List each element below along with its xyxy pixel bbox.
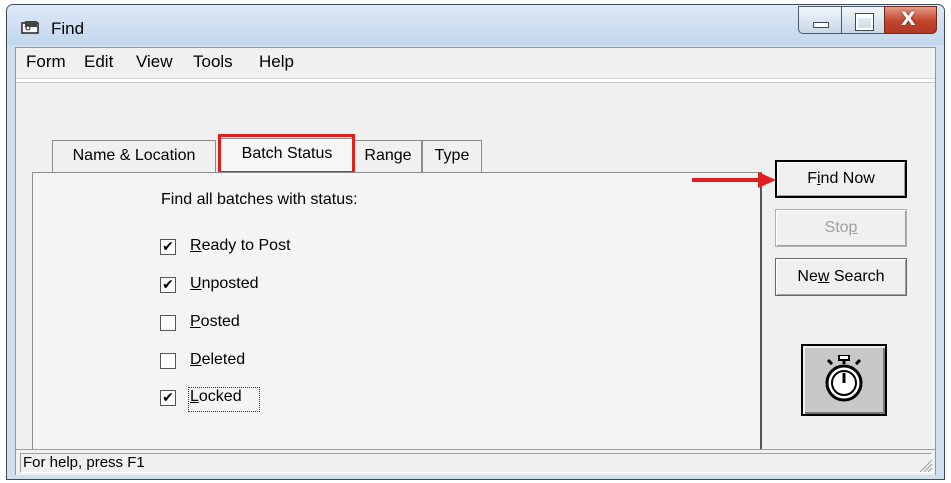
checkbox-label: Ready to Post: [190, 237, 291, 254]
close-button[interactable]: X: [884, 6, 937, 34]
stopwatch-icon: [825, 355, 863, 402]
menu-tools[interactable]: Tools: [193, 52, 233, 72]
new-search-button[interactable]: New Search: [775, 258, 907, 296]
checkmark-icon[interactable]: ✔: [160, 239, 176, 255]
tab-range[interactable]: Range: [354, 140, 422, 172]
red-arrow-icon: [692, 172, 776, 188]
maximize-icon: [855, 13, 874, 31]
window-title: Find: [51, 19, 85, 38]
checkbox-label: Posted: [190, 313, 240, 330]
menu-form[interactable]: Form: [26, 52, 66, 72]
menu-help[interactable]: Help: [259, 52, 294, 72]
stop-button[interactable]: Stop: [775, 209, 907, 247]
resize-grip-icon[interactable]: [917, 457, 933, 473]
close-icon: X: [901, 8, 916, 30]
checkmark-icon[interactable]: ✔: [160, 390, 176, 406]
find-now-button[interactable]: Find Now: [775, 160, 907, 198]
menu-edit[interactable]: Edit: [84, 52, 113, 72]
minimize-button[interactable]: [798, 6, 842, 34]
tab-type[interactable]: Type: [422, 140, 482, 172]
status-text: For help, press F1: [20, 453, 932, 473]
tab-name-location[interactable]: Name & Location: [52, 140, 216, 172]
tab-highlight-box: [218, 134, 355, 174]
window-client: Form Edit View Tools Help Name & Locatio…: [15, 47, 936, 475]
checkbox-box[interactable]: [160, 315, 176, 331]
menu-bar: Form Edit View Tools Help: [16, 48, 935, 79]
status-bar: For help, press F1: [16, 449, 935, 475]
title-bar[interactable]: Find X: [7, 5, 944, 45]
find-window: Find X Form Edit View Tools Help Name & …: [6, 4, 945, 480]
batch-status-panel: Find all batches with status: ✔ Ready to…: [32, 172, 762, 466]
checkbox-label: Unposted: [190, 275, 259, 292]
focus-rectangle: [188, 387, 260, 412]
menu-separator: [16, 79, 935, 83]
minimize-icon: [813, 22, 829, 28]
stopwatch-button[interactable]: [801, 344, 887, 416]
checkmark-icon[interactable]: ✔: [160, 277, 176, 293]
maximize-button[interactable]: [841, 6, 885, 34]
find-app-icon: [21, 21, 39, 34]
menu-view[interactable]: View: [136, 52, 173, 72]
find-status-heading: Find all batches with status:: [161, 191, 358, 208]
checkbox-box[interactable]: [160, 353, 176, 369]
checkbox-label: Deleted: [190, 351, 246, 368]
